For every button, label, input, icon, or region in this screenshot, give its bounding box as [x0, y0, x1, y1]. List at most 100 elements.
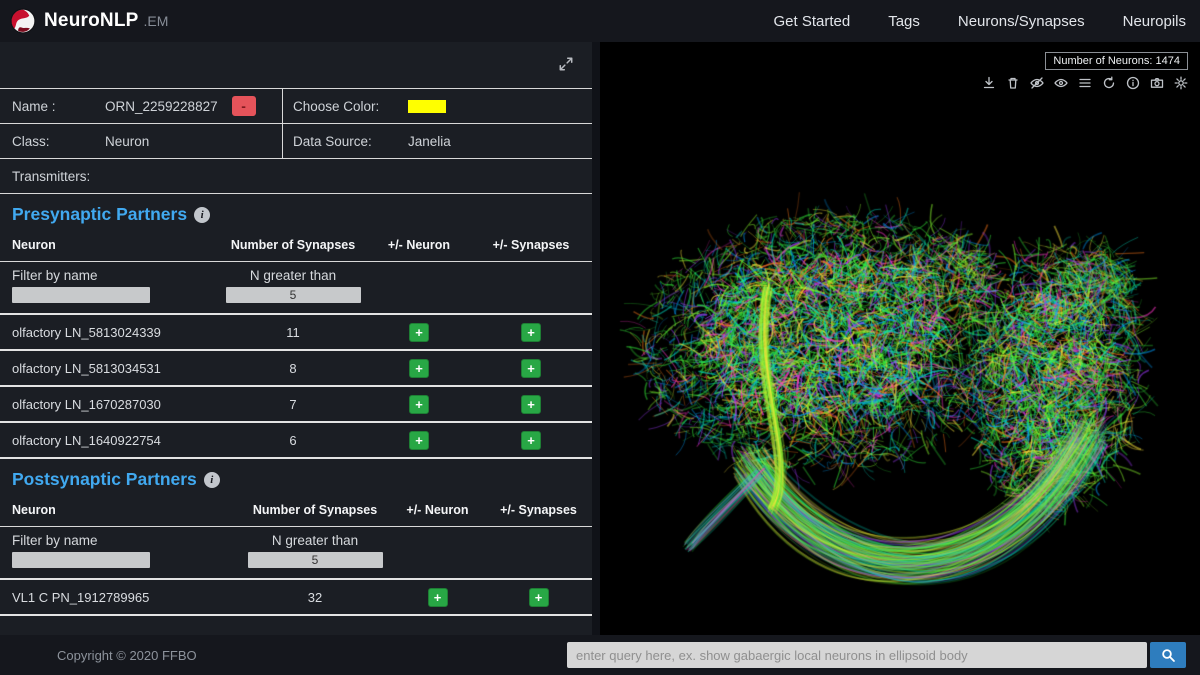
filter-by-name-label: Filter by name — [12, 268, 98, 283]
viewer-toolbar — [982, 76, 1188, 90]
table-row: VL1 C PN_1912789965 32 + + — [0, 580, 592, 616]
col-plusminus-neuron: +/- Neuron — [387, 238, 451, 252]
bottom-bar: Copyright © 2020 FFBO — [0, 635, 1200, 675]
panel-top — [0, 42, 592, 88]
synapse-count: 8 — [289, 360, 297, 376]
add-neuron-button[interactable]: + — [409, 358, 429, 378]
partner-name: olfactory LN_1640922754 — [12, 432, 161, 448]
table-row: olfactory LN_5813024339 11 + + — [0, 315, 592, 351]
presynaptic-filter-row: Filter by name N greater than — [0, 262, 592, 315]
col-plusminus-synapses: +/- Synapses — [492, 238, 570, 252]
data-source-value: Janelia — [408, 133, 451, 149]
data-source-label: Data Source: — [293, 133, 372, 149]
synapse-count: 11 — [286, 324, 300, 340]
partner-name: olfactory LN_1670287030 — [12, 396, 161, 412]
col-neuron: Neuron — [12, 503, 56, 517]
n-greater-than-label: N greater than — [249, 268, 337, 283]
panel-divider — [592, 42, 600, 635]
postsynaptic-title: Postsynaptic Partners — [12, 469, 197, 489]
nav-menu: Get Started Tags Neurons/Synapses Neurop… — [735, 13, 1186, 30]
top-navbar: NeuroNLP .EM Get Started Tags Neurons/Sy… — [0, 0, 1200, 42]
list-icon[interactable] — [1078, 76, 1092, 90]
add-synapses-button[interactable]: + — [528, 587, 549, 607]
nav-neurons-synapses[interactable]: Neurons/Synapses — [958, 13, 1085, 30]
class-value: Neuron — [105, 133, 150, 149]
partner-name: olfactory LN_5813024339 — [12, 324, 161, 340]
synapse-count: 32 — [307, 589, 323, 605]
add-neuron-button[interactable]: + — [409, 322, 429, 342]
name-row: Name : ORN_2259228827 - Choose Color: — [0, 89, 592, 124]
brand[interactable]: NeuroNLP .EM — [10, 8, 168, 34]
nav-get-started[interactable]: Get Started — [773, 13, 850, 30]
col-plusminus-synapses: +/- Synapses — [500, 503, 577, 517]
add-synapses-button[interactable]: + — [521, 358, 541, 378]
info-icon[interactable] — [1126, 76, 1140, 90]
class-row: Class: Neuron Data Source: Janelia — [0, 124, 592, 159]
presynaptic-header-row: Neuron Number of Synapses +/- Neuron +/-… — [0, 230, 592, 262]
query-input[interactable] — [567, 642, 1147, 668]
main-area: Name : ORN_2259228827 - Choose Color: Cl… — [0, 42, 1200, 635]
app-root: NeuroNLP .EM Get Started Tags Neurons/Sy… — [0, 0, 1200, 675]
neuron-name-value: ORN_2259228827 — [105, 98, 218, 114]
search-icon — [1161, 648, 1175, 662]
synapse-count: 7 — [289, 396, 297, 412]
neuron-render-canvas[interactable] — [600, 42, 1200, 635]
transmitters-label: Transmitters: — [12, 168, 91, 184]
eye-icon[interactable] — [1054, 76, 1068, 90]
filter-by-name-label: Filter by name — [12, 533, 98, 548]
camera-icon[interactable] — [1150, 76, 1164, 90]
postsynaptic-section-title: Postsynaptic Partners i — [0, 459, 592, 495]
remove-neuron-button[interactable]: - — [231, 96, 256, 116]
color-swatch[interactable] — [408, 99, 446, 113]
nav-neuropils[interactable]: Neuropils — [1123, 13, 1186, 30]
brand-logo-icon — [10, 8, 36, 34]
presynaptic-threshold-input[interactable] — [225, 287, 361, 303]
partner-name: VL1 C PN_1912789965 — [12, 589, 150, 605]
postsynaptic-info-icon[interactable]: i — [203, 471, 220, 488]
neuron-info-panel: Name : ORN_2259228827 - Choose Color: Cl… — [0, 42, 592, 635]
n-greater-than-label: N greater than — [271, 533, 359, 548]
add-synapses-button[interactable]: + — [521, 322, 541, 342]
presynaptic-info-icon[interactable]: i — [194, 206, 211, 223]
trash-icon[interactable] — [1006, 76, 1020, 90]
brand-suffix: .EM — [143, 13, 169, 29]
copyright-text: Copyright © 2020 FFBO — [57, 647, 197, 663]
add-synapses-button[interactable]: + — [521, 430, 541, 450]
table-row: olfactory LN_1670287030 7 + + — [0, 387, 592, 423]
presynaptic-title: Presynaptic Partners — [12, 204, 188, 224]
postsynaptic-threshold-input[interactable] — [247, 552, 383, 568]
presynaptic-name-filter-input[interactable] — [12, 287, 150, 303]
query-bar — [567, 642, 1186, 668]
add-neuron-button[interactable]: + — [427, 587, 448, 607]
settings-icon[interactable] — [1174, 76, 1188, 90]
name-label: Name : — [12, 98, 56, 114]
postsynaptic-filter-row: Filter by name N greater than — [0, 527, 592, 580]
refresh-icon[interactable] — [1102, 76, 1116, 90]
add-synapses-button[interactable]: + — [521, 394, 541, 414]
nav-tags[interactable]: Tags — [888, 13, 920, 30]
col-num-synapses: Number of Synapses — [230, 238, 356, 252]
postsynaptic-header-row: Neuron Number of Synapses +/- Neuron +/-… — [0, 495, 592, 527]
brand-name: NeuroNLP — [44, 10, 139, 31]
search-button[interactable] — [1150, 642, 1186, 668]
add-neuron-button[interactable]: + — [409, 430, 429, 450]
col-neuron: Neuron — [12, 238, 56, 252]
neuron-3d-viewer[interactable]: Number of Neurons: 1474 — [600, 42, 1200, 635]
transmitters-row: Transmitters: — [0, 159, 592, 194]
table-row: olfactory LN_5813034531 8 + + — [0, 351, 592, 387]
choose-color-label: Choose Color: — [293, 98, 380, 114]
class-label: Class: — [12, 133, 50, 149]
add-neuron-button[interactable]: + — [409, 394, 429, 414]
col-num-synapses: Number of Synapses — [252, 503, 378, 517]
presynaptic-section-title: Presynaptic Partners i — [0, 194, 592, 230]
col-plusminus-neuron: +/- Neuron — [406, 503, 469, 517]
synapse-count: 6 — [289, 432, 297, 448]
table-row: olfactory LN_1640922754 6 + + — [0, 423, 592, 459]
neuron-summary-table: Name : ORN_2259228827 - Choose Color: Cl… — [0, 88, 592, 194]
postsynaptic-name-filter-input[interactable] — [12, 552, 150, 568]
download-icon[interactable] — [982, 76, 996, 90]
collapse-panel-icon[interactable] — [558, 56, 574, 77]
eye-slash-icon[interactable] — [1030, 76, 1044, 90]
partner-name: olfactory LN_5813034531 — [12, 360, 161, 376]
neuron-count-badge: Number of Neurons: 1474 — [1045, 52, 1188, 70]
